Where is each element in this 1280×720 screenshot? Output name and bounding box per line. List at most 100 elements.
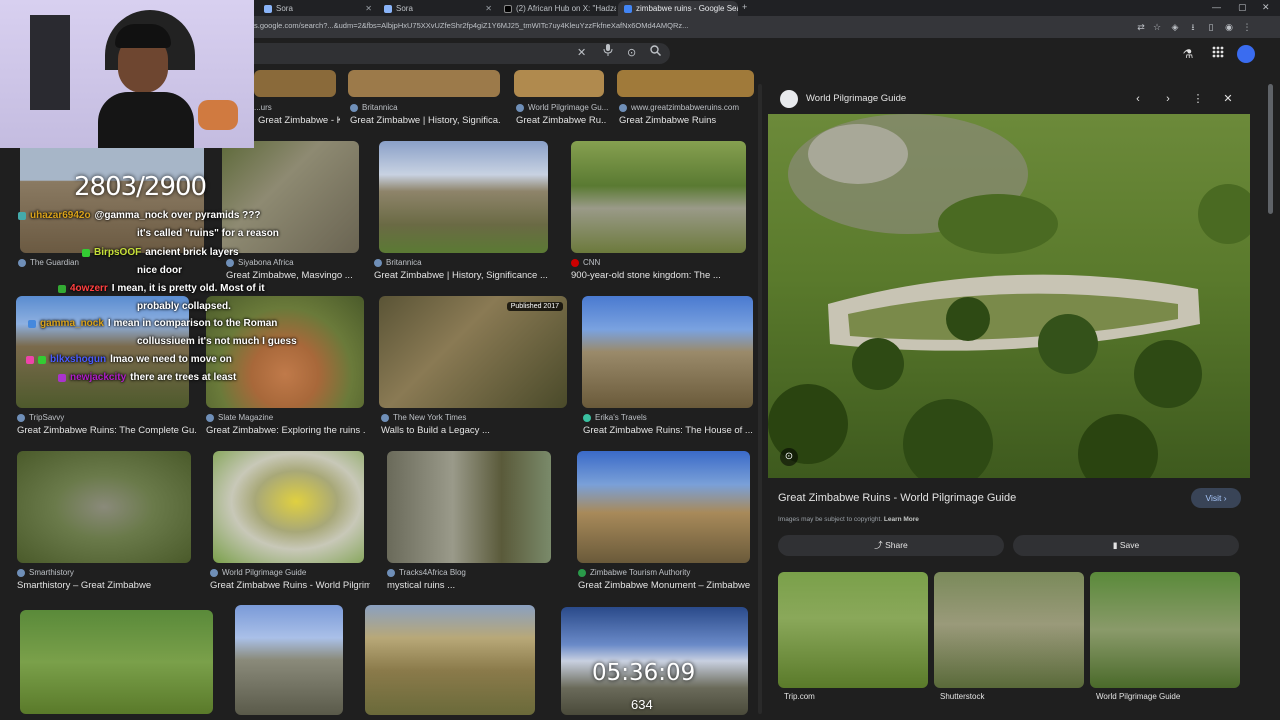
downloads-icon[interactable]: ⭳ — [1186, 20, 1200, 34]
streamer-hair — [115, 24, 171, 48]
result-title[interactable]: Great Zimbabwe Monument – Zimbabwe ... — [578, 580, 753, 591]
result-source[interactable]: World Pilgrimage Gu... — [516, 103, 608, 112]
result-source[interactable]: Britannica — [350, 103, 398, 112]
result-title[interactable]: Great Zimbabwe Ruins - World Pilgrim... — [210, 580, 370, 591]
result-title[interactable]: mystical ruins ... — [387, 580, 557, 591]
apps-grid-icon[interactable] — [1210, 46, 1226, 62]
chat-text: I mean, it is pretty old. Most of it — [111, 283, 265, 294]
result-source[interactable]: ...urs — [254, 103, 272, 112]
bookmark-star-icon[interactable]: ☆ — [1150, 20, 1164, 34]
image-result-thumbnail[interactable] — [17, 451, 191, 563]
image-result-thumbnail[interactable] — [571, 141, 746, 253]
visit-button[interactable]: Visit › — [1191, 488, 1241, 508]
image-result-thumbnail[interactable] — [20, 610, 213, 714]
result-title[interactable]: Smarthistory – Great Zimbabwe — [17, 580, 197, 591]
extensions-icon[interactable]: ◈ — [1168, 20, 1182, 34]
result-source[interactable]: Siyabona Africa — [226, 258, 294, 267]
minimize-button[interactable]: — — [1212, 2, 1221, 12]
panel-scrollbar[interactable] — [1266, 84, 1274, 714]
search-submit-icon[interactable] — [650, 43, 661, 64]
image-result-thumbnail[interactable] — [617, 70, 754, 97]
image-result-thumbnail[interactable] — [206, 296, 364, 408]
result-source[interactable]: Slate Magazine — [206, 413, 273, 422]
menu-icon[interactable]: ⋮ — [1240, 20, 1254, 34]
tab-favicon-icon — [384, 4, 392, 13]
related-image-thumbnail[interactable] — [1090, 572, 1240, 688]
result-title[interactable]: Great Zimbabwe Ruins: The House of ... — [583, 425, 753, 436]
translate-icon[interactable]: ⇄ — [1134, 20, 1148, 34]
image-result-thumbnail[interactable] — [348, 70, 500, 97]
search-input[interactable]: ✕ ⊙ — [250, 43, 670, 64]
result-title[interactable]: Great Zimbabwe Ruins — [619, 115, 754, 126]
results-scrollbar[interactable] — [757, 84, 763, 714]
related-image-thumbnail[interactable] — [934, 572, 1084, 688]
labs-flask-icon[interactable]: ⚗ — [1180, 46, 1196, 62]
result-title[interactable]: Great Zimbabwe | History, Significa... — [350, 115, 500, 126]
browser-tab-active[interactable]: zimbabwe ruins - Google Search ✕ — [618, 1, 738, 16]
maximize-button[interactable]: ▢ — [1238, 2, 1247, 13]
clear-search-icon[interactable]: ✕ — [577, 43, 586, 64]
image-result-thumbnail[interactable] — [577, 451, 750, 563]
panel-site-name[interactable]: World Pilgrimage Guide — [806, 93, 906, 104]
result-title[interactable]: 900-year-old stone kingdom: The ... — [571, 270, 746, 281]
image-result-thumbnail[interactable] — [365, 605, 535, 715]
lens-visual-search-icon[interactable]: ⊙ — [780, 448, 798, 466]
sidebar-icon[interactable]: ▯ — [1204, 20, 1218, 34]
result-source[interactable]: Tracks4Africa Blog — [387, 568, 466, 577]
result-source[interactable]: TripSavvy — [17, 413, 64, 422]
cnn-favicon-icon — [571, 258, 579, 267]
browser-tab[interactable]: (2) African Hub on X: "Hadzabe ti ✕ — [498, 1, 616, 16]
result-source[interactable]: The New York Times — [381, 413, 466, 422]
image-result-thumbnail[interactable]: Published 2017 — [379, 296, 567, 408]
result-source[interactable]: World Pilgrimage Guide — [210, 568, 306, 577]
tab-close-icon[interactable]: ✕ — [485, 4, 496, 13]
related-image-thumbnail[interactable] — [778, 572, 928, 688]
image-result-thumbnail[interactable] — [16, 296, 189, 408]
result-source[interactable]: The Guardian — [18, 258, 79, 267]
related-source[interactable]: World Pilgrimage Guide — [1092, 692, 1180, 701]
image-result-thumbnail[interactable] — [379, 141, 548, 253]
close-panel-icon[interactable]: ✕ — [1221, 92, 1235, 106]
related-source[interactable]: Trip.com — [780, 692, 815, 701]
lens-search-icon[interactable]: ⊙ — [627, 43, 636, 64]
result-title[interactable]: Great Zimbabwe: Exploring the ruins ... — [206, 425, 366, 436]
browser-tab[interactable]: Sora ✕ — [378, 1, 496, 16]
image-result-thumbnail[interactable] — [254, 70, 336, 97]
next-image-icon[interactable]: › — [1161, 92, 1175, 106]
result-source[interactable]: CNN — [571, 258, 600, 267]
chat-username: 4owzerr — [70, 283, 108, 294]
window-close-button[interactable]: ✕ — [1262, 2, 1270, 13]
result-title[interactable]: Great Zimbabwe - Kan... — [258, 115, 340, 126]
result-source[interactable]: Zimbabwe Tourism Authority — [578, 568, 690, 577]
result-title[interactable]: Great Zimbabwe | History, Significance .… — [374, 270, 554, 281]
mic-icon[interactable] — [603, 43, 613, 64]
learn-more-link[interactable]: Learn More — [884, 516, 919, 523]
image-result-thumbnail[interactable] — [235, 605, 343, 715]
result-source[interactable]: Erika's Travels — [583, 413, 647, 422]
more-options-icon[interactable]: ⋮ — [1191, 92, 1205, 106]
save-button[interactable]: ▮ Save — [1013, 535, 1239, 556]
related-source[interactable]: Shutterstock — [936, 692, 984, 701]
preview-image[interactable] — [768, 114, 1250, 478]
result-source[interactable]: www.greatzimbabweruins.com — [619, 103, 739, 112]
browser-tab[interactable]: Sora ✕ — [258, 1, 376, 16]
result-title[interactable]: Walls to Build a Legacy ... — [381, 425, 571, 436]
image-result-thumbnail[interactable] — [582, 296, 753, 408]
previous-image-icon[interactable]: ‹ — [1131, 92, 1145, 106]
account-avatar[interactable] — [1237, 45, 1255, 63]
image-result-thumbnail[interactable] — [514, 70, 604, 97]
image-result-thumbnail[interactable] — [213, 451, 364, 563]
tab-close-icon[interactable]: ✕ — [365, 4, 376, 13]
url-field[interactable]: s.google.com/search?...&udm=2&fbs=AlbjpH… — [254, 21, 1134, 30]
save-label: Save — [1119, 540, 1140, 550]
image-result-thumbnail[interactable] — [387, 451, 551, 563]
result-title[interactable]: Great Zimbabwe Ruins: The Complete Gu... — [17, 425, 197, 436]
preview-title[interactable]: Great Zimbabwe Ruins - World Pilgrimage … — [778, 492, 1016, 504]
new-tab-button[interactable]: + — [742, 2, 747, 12]
result-title[interactable]: Great Zimbabwe Ru... — [516, 115, 606, 126]
share-button[interactable]: ⤴ Share — [778, 535, 1004, 556]
result-title[interactable]: Great Zimbabwe, Masvingo ... — [226, 270, 366, 281]
profile-icon[interactable]: ◉ — [1222, 20, 1236, 34]
result-source[interactable]: Britannica — [374, 258, 422, 267]
result-source[interactable]: Smarthistory — [17, 568, 74, 577]
